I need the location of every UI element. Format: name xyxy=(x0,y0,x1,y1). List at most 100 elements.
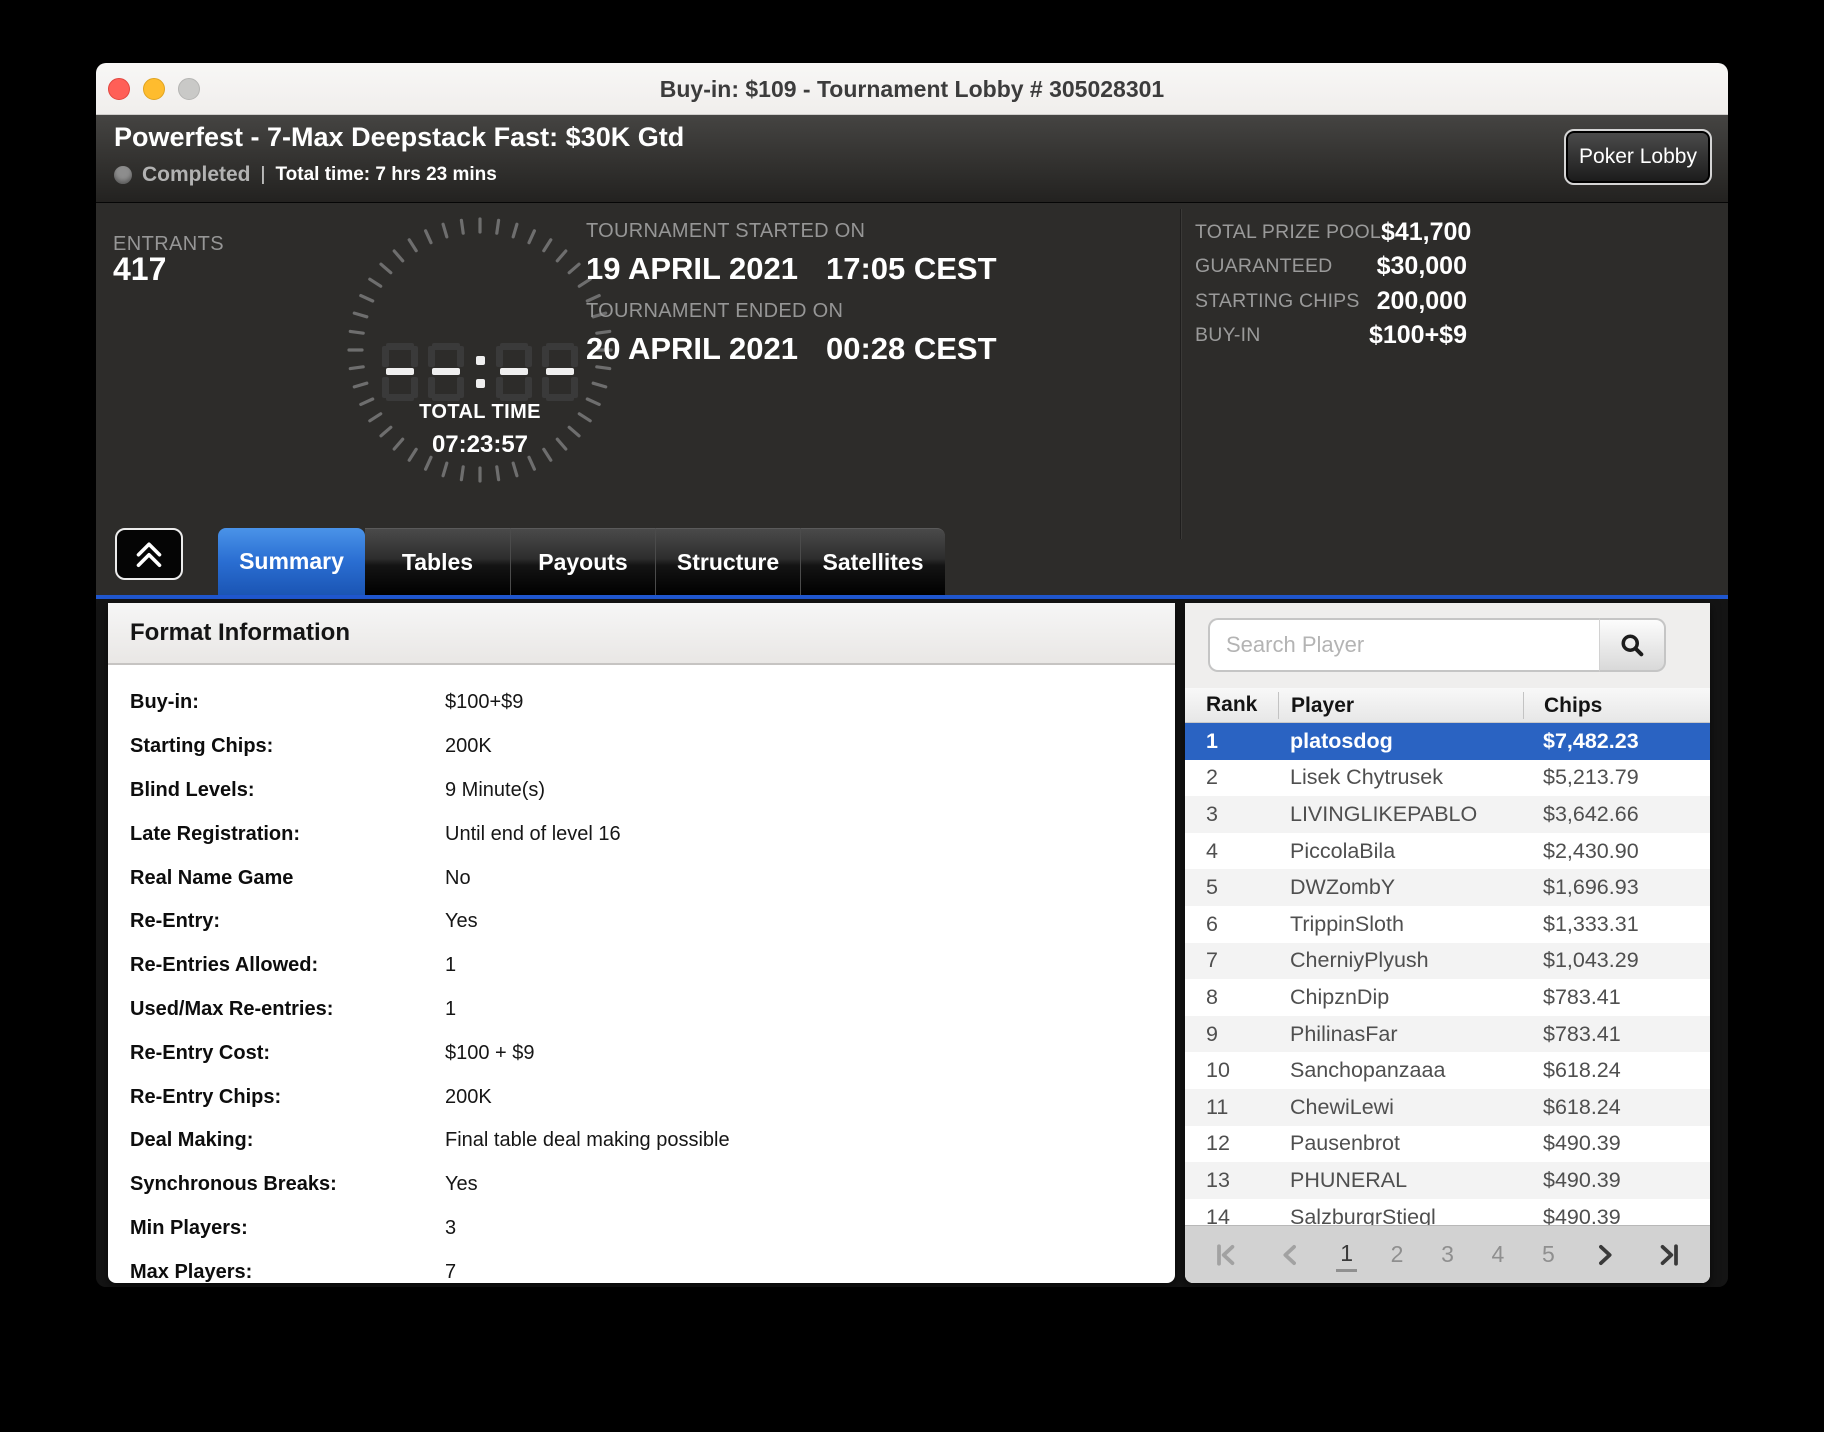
collapse-button[interactable] xyxy=(115,528,183,580)
total-time-label: TOTAL TIME xyxy=(419,401,541,423)
format-info-label: Min Players: xyxy=(130,1216,248,1239)
format-info-label: Re-Entries Allowed: xyxy=(130,954,319,977)
window-title: Buy-in: $109 - Tournament Lobby # 305028… xyxy=(659,76,1165,102)
prize-stat-row: BUY-IN $100+$9 xyxy=(1195,319,1467,354)
format-info-value: Final table deal making possible xyxy=(445,1129,730,1152)
format-info-value: Yes xyxy=(445,910,478,933)
format-info-value: Yes xyxy=(445,1173,478,1196)
player-row[interactable]: 1 platosdog $7,482.23 xyxy=(1185,723,1710,760)
player-rank: 6 xyxy=(1206,911,1218,936)
player-rank: 8 xyxy=(1206,984,1218,1009)
tab[interactable]: Payouts xyxy=(510,528,655,595)
player-row[interactable]: 10 Sanchopanzaaa $618.24 xyxy=(1185,1052,1710,1089)
player-row[interactable]: 11 ChewiLewi $618.24 xyxy=(1185,1088,1710,1126)
pagination-bar: 1 2 3 4 5 xyxy=(1185,1225,1710,1283)
player-rank: 12 xyxy=(1206,1131,1230,1156)
player-row[interactable]: 4 PiccolaBila $2,430.90 xyxy=(1185,832,1710,870)
page-number[interactable]: 5 xyxy=(1538,1239,1559,1270)
clock-display xyxy=(330,343,630,401)
first-page-icon[interactable] xyxy=(1209,1238,1243,1272)
tab[interactable]: Summary xyxy=(218,528,365,595)
tournament-ended-label: TOURNAMENT ENDED ON xyxy=(586,300,844,322)
clock-digit xyxy=(496,343,532,401)
stat-value: $100+$9 xyxy=(1368,321,1467,350)
page-number[interactable]: 2 xyxy=(1387,1239,1408,1270)
players-table-header: Rank Player Chips xyxy=(1185,688,1710,723)
total-time-value: 07:23:57 xyxy=(431,431,529,458)
player-row[interactable]: 7 CherniyPlyush $1,043.29 xyxy=(1185,942,1710,980)
format-information-title: Format Information xyxy=(108,603,1175,665)
format-info-row: Blind Levels: 9 Minute(s) xyxy=(108,769,1175,813)
players-panel: Rank Player Chips 1 platosdog $7,482.23 xyxy=(1185,603,1710,1283)
entrants-value: 417 xyxy=(113,251,167,287)
player-chips: $1,333.31 xyxy=(1543,911,1639,936)
player-name: PHUNERAL xyxy=(1290,1167,1408,1192)
player-chips: $783.41 xyxy=(1543,1021,1621,1046)
format-info-label: Synchronous Breaks: xyxy=(130,1173,337,1196)
player-rank: 9 xyxy=(1206,1021,1218,1046)
player-name: PhilinasFar xyxy=(1290,1021,1398,1046)
tab-label: Tables xyxy=(401,548,474,575)
info-section: ENTRANTS 417 TOTAL TIME 07:23:57 TOURNAM… xyxy=(96,203,1728,599)
desktop-background: Buy-in: $109 - Tournament Lobby # 305028… xyxy=(0,0,1824,1432)
titlebar[interactable]: Buy-in: $109 - Tournament Lobby # 305028… xyxy=(96,63,1728,115)
status-text: Completed xyxy=(142,163,251,186)
player-chips: $2,430.90 xyxy=(1543,838,1639,863)
format-info-value: 3 xyxy=(445,1216,457,1239)
tab-bar: Summary Tables Payouts Structure Satelli… xyxy=(218,528,945,595)
format-info-value: $100 + $9 xyxy=(445,1041,535,1064)
player-row[interactable]: 3 LIVINGLIKEPABLO $3,642.66 xyxy=(1185,796,1710,833)
tab[interactable]: Structure xyxy=(655,528,800,595)
player-row[interactable]: 6 TrippinSloth $1,333.31 xyxy=(1185,905,1710,943)
format-info-row: Starting Chips: 200K xyxy=(108,725,1175,769)
format-info-label: Late Registration: xyxy=(130,822,301,845)
player-name: Sanchopanzaaa xyxy=(1290,1058,1446,1083)
last-page-icon[interactable] xyxy=(1652,1238,1686,1272)
clock-digit xyxy=(428,343,464,401)
prize-stat-row: GUARANTEED $30,000 xyxy=(1195,250,1467,285)
column-header-rank[interactable]: Rank xyxy=(1185,693,1278,717)
started-date: 19 APRIL 2021 xyxy=(586,251,798,286)
tournament-title: Powerfest - 7-Max Deepstack Fast: $30K G… xyxy=(114,122,685,152)
tab-label: Summary xyxy=(239,548,344,574)
format-info-row: Late Registration: Until end of level 16 xyxy=(108,812,1175,856)
player-chips: $7,482.23 xyxy=(1543,728,1639,753)
format-info-row: Re-Entry Cost: $100 + $9 xyxy=(108,1031,1175,1075)
player-chips: $1,696.93 xyxy=(1543,875,1639,900)
column-header-player[interactable]: Player xyxy=(1278,691,1523,719)
column-header-chips[interactable]: Chips xyxy=(1523,691,1710,719)
tab-label: Structure xyxy=(676,548,780,575)
poker-lobby-button[interactable]: Poker Lobby xyxy=(1564,129,1712,185)
search-player-input[interactable] xyxy=(1208,618,1600,672)
tournament-started-value: 19 APRIL 2021 17:05 CEST xyxy=(586,251,997,287)
tab-label: Payouts xyxy=(538,548,628,575)
player-row[interactable]: 12 Pausenbrot $490.39 xyxy=(1185,1125,1710,1163)
format-info-row: Re-Entry: Yes xyxy=(108,900,1175,944)
previous-page-icon[interactable] xyxy=(1273,1238,1307,1272)
tab[interactable]: Tables xyxy=(365,528,510,595)
next-page-icon[interactable] xyxy=(1588,1238,1622,1272)
player-row[interactable]: 2 Lisek Chytrusek $5,213.79 xyxy=(1185,759,1710,797)
player-rank: 1 xyxy=(1206,728,1218,753)
player-row[interactable]: 9 PhilinasFar $783.41 xyxy=(1185,1015,1710,1053)
player-name: DWZombY xyxy=(1290,875,1396,900)
search-button[interactable] xyxy=(1600,618,1666,672)
stat-value: $30,000 xyxy=(1376,252,1467,281)
format-information-panel: Format Information Buy-in: $100+$9 Start… xyxy=(108,603,1175,1283)
content-area: Format Information Buy-in: $100+$9 Start… xyxy=(96,599,1728,1287)
tab[interactable]: Satellites xyxy=(800,528,945,595)
player-row[interactable]: 5 DWZombY $1,696.93 xyxy=(1185,869,1710,906)
clock-digit xyxy=(382,343,418,401)
player-row[interactable]: 8 ChipznDip $783.41 xyxy=(1185,979,1710,1016)
format-info-row: Re-Entry Chips: 200K xyxy=(108,1075,1175,1119)
page-number[interactable]: 1 xyxy=(1336,1238,1358,1272)
lobby-header: Powerfest - 7-Max Deepstack Fast: $30K G… xyxy=(96,115,1728,203)
player-rank: 4 xyxy=(1206,838,1218,863)
stat-label: TOTAL PRIZE POOL xyxy=(1195,220,1381,243)
format-info-row: Re-Entries Allowed: 1 xyxy=(108,944,1175,988)
player-row[interactable]: 13 PHUNERAL $490.39 xyxy=(1185,1162,1710,1199)
page-number[interactable]: 4 xyxy=(1488,1239,1509,1270)
page-number[interactable]: 3 xyxy=(1437,1239,1458,1270)
player-name: TrippinSloth xyxy=(1290,911,1404,936)
player-chips: $5,213.79 xyxy=(1543,765,1639,790)
